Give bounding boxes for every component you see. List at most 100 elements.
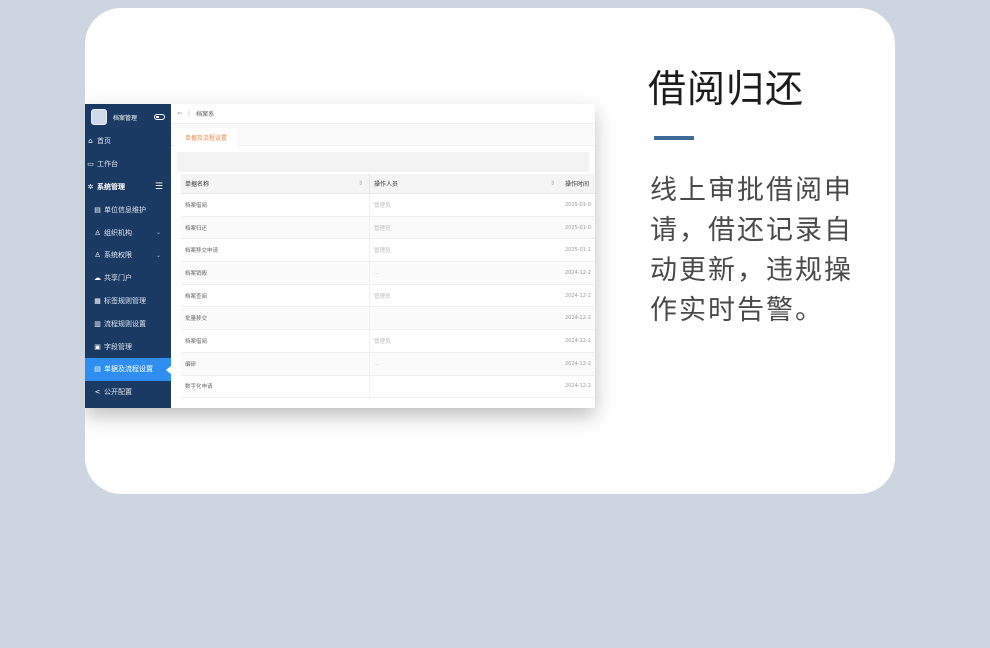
cell-time: 2024-12-2 [565, 360, 591, 367]
list-icon: ▤ [94, 365, 101, 374]
sidebar-item-label: 共享门户 [104, 274, 132, 283]
main-content: ⇦ | 档案系 单据及流程设置 单据名称 ⇕ 操作人员 ⇕ 操作时间 档案借阅 … [171, 104, 595, 408]
column-header-label: 单据名称 [185, 181, 210, 188]
desktop-icon: ▭ [87, 160, 94, 169]
filter-bar [177, 152, 589, 172]
sidebar-item-label: 组织机构 [104, 228, 132, 237]
data-table: 单据名称 ⇕ 操作人员 ⇕ 操作时间 档案借阅 管理员 2025-01-0 档案归还… [181, 173, 595, 399]
sidebar-item-fields[interactable]: ▣ 字段管理 [85, 335, 171, 358]
sidebar-item-label: 单位信息维护 [104, 205, 146, 214]
sidebar-item-label: 系统管理 [97, 182, 125, 191]
column-header[interactable]: 单据名称 ⇕ [181, 174, 369, 194]
sidebar-item-label: 公开配置 [104, 388, 132, 397]
table-row[interactable]: 数字化申请 2024-12-2 [181, 375, 595, 399]
sidebar-item-label: 字段管理 [104, 342, 132, 351]
tab-bar: 单据及流程设置 [171, 124, 595, 146]
share-icon: < [94, 388, 101, 397]
users-icon: ♙ [94, 251, 101, 260]
table-row[interactable]: 档案借阅 管理员 2025-01-0 [181, 193, 595, 217]
table-row[interactable]: 档案归还 管理员 2025-01-0 [181, 216, 595, 240]
sidebar-item-label: 首页 [97, 137, 111, 146]
cell-name: 档案借阅 [185, 202, 208, 209]
sidebar-item-permissions[interactable]: ♙ 系统权限 ⌄ [85, 244, 171, 267]
user-icon: ♙ [94, 228, 101, 237]
cell-operator: 管理员 [369, 193, 561, 217]
cell-name: 档案借阅 [185, 338, 208, 345]
feature-description: 线上审批借阅申请，借还记录自动更新，违规操作实时告警。 [650, 175, 853, 326]
sidebar: 档案管理 ⌂ 首页 ▭ 工作台 ✲ 系统管理 ☰ ▤ 单位信息维护 ♙ 组织机构… [85, 104, 172, 408]
feature-title: 借阅归还 [648, 67, 805, 111]
sidebar-item-label: 系统权限 [104, 251, 132, 260]
back-icon[interactable]: ⇦ [177, 110, 182, 117]
brand-name: 档案管理 [113, 114, 138, 122]
sidebar-item-tag-rules[interactable]: ▦ 标签规则管理 [85, 290, 171, 313]
sidebar-item-portal[interactable]: ☁ 共享门户 [85, 267, 171, 290]
table-row[interactable]: 档案销毁 … 2024-12-2 [181, 261, 595, 285]
cell-time: 2024-12-2 [565, 315, 591, 322]
table-row[interactable]: 批量移交 2024-12-2 [181, 306, 595, 331]
cell-operator: 管理员 [369, 284, 561, 307]
cell-operator [369, 306, 561, 330]
cell-operator [369, 375, 561, 398]
grid-icon: ▦ [94, 296, 101, 305]
table-icon: ▥ [94, 319, 101, 328]
cell-time: 2025-01-1 [565, 247, 591, 254]
table-row[interactable]: 档案移交申请 管理员 2025-01-1 [181, 238, 595, 263]
cell-name: 数字化申请 [185, 384, 213, 391]
cell-name: 档案查阅 [185, 293, 208, 300]
feature-card: 档案管理 ⌂ 首页 ▭ 工作台 ✲ 系统管理 ☰ ▤ 单位信息维护 ♙ 组织机构… [85, 8, 895, 494]
sort-icon[interactable]: ⇕ [358, 180, 363, 187]
tab-forms-flow[interactable]: 单据及流程设置 [175, 128, 238, 146]
chevron-down-icon: ⌄ [155, 251, 161, 259]
cell-name: 档案销毁 [185, 270, 208, 277]
breadcrumb[interactable]: 档案系 [196, 109, 214, 118]
cell-operator: 管理员 [369, 216, 561, 239]
accent-divider [654, 136, 694, 140]
gear-icon: ✲ [87, 182, 94, 191]
cell-time: 2024-12-2 [565, 337, 591, 344]
column-header-label: 操作时间 [565, 181, 590, 188]
cell-time: 2025-01-0 [565, 224, 591, 231]
file-icon: ▣ [94, 342, 101, 351]
topbar: ⇦ | 档案系 [171, 104, 595, 124]
cell-time: 2024-12-2 [565, 383, 591, 390]
table-body: 档案借阅 管理员 2025-01-0 档案归还 管理员 2025-01-0 档案移交申请… [181, 193, 595, 399]
cell-name: 档案归还 [185, 225, 208, 232]
sidebar-item-label: 标签规则管理 [104, 296, 146, 305]
column-header[interactable]: 操作时间 [561, 174, 595, 194]
cell-name: 档案移交申请 [185, 248, 219, 255]
app-screenshot: 档案管理 ⌂ 首页 ▭ 工作台 ✲ 系统管理 ☰ ▤ 单位信息维护 ♙ 组织机构… [85, 104, 595, 408]
table-row[interactable]: 编研 … 2024-12-2 [181, 352, 595, 376]
sort-icon[interactable]: ⇕ [550, 180, 555, 187]
sidebar-item-workbench[interactable]: ▭ 工作台 [85, 153, 171, 176]
sidebar-item-system-management[interactable]: ✲ 系统管理 ☰ [85, 176, 171, 199]
cell-name: 批量移交 [185, 316, 208, 323]
sidebar-item-flow-rules[interactable]: ▥ 流程规则设置 [85, 312, 171, 335]
table-row[interactable]: 档案查阅 管理员 2024-12-2 [181, 284, 595, 308]
cell-operator: … [369, 352, 561, 375]
cell-name: 编研 [185, 361, 197, 368]
sidebar-item-label: 工作台 [97, 160, 118, 169]
sidebar-item-forms-flow[interactable]: ▤ 单据及流程设置 [85, 357, 172, 381]
cell-operator: 管理员 [369, 329, 561, 353]
sidebar-item-unit-info[interactable]: ▤ 单位信息维护 [85, 198, 171, 221]
cell-time: 2025-01-0 [565, 201, 591, 208]
sidebar-item-home[interactable]: ⌂ 首页 [85, 130, 171, 153]
sidebar-item-label: 单据及流程设置 [104, 365, 153, 374]
breadcrumb-separator: | [188, 110, 191, 117]
sidebar-item-organization[interactable]: ♙ 组织机构 ⌄ [85, 221, 171, 244]
cell-operator: 管理员 [369, 238, 561, 262]
table-header: 单据名称 ⇕ 操作人员 ⇕ 操作时间 [181, 173, 595, 194]
menu-icon[interactable]: ☰ [155, 182, 163, 192]
column-header[interactable]: 操作人员 ⇕ [369, 173, 561, 194]
cloud-icon: ☁ [94, 274, 101, 283]
cell-time: 2024-12-2 [565, 269, 591, 276]
cell-operator: … [369, 261, 561, 285]
table-row[interactable]: 档案借阅 管理员 2024-12-2 [181, 329, 595, 353]
sidebar-item-public-config[interactable]: < 公开配置 [85, 381, 171, 404]
doc-icon: ▤ [94, 205, 101, 214]
toggle-icon[interactable] [154, 114, 165, 120]
cell-time: 2024-12-2 [565, 292, 591, 299]
chevron-down-icon: ⌄ [155, 229, 161, 237]
sidebar-header: 档案管理 [85, 104, 171, 130]
